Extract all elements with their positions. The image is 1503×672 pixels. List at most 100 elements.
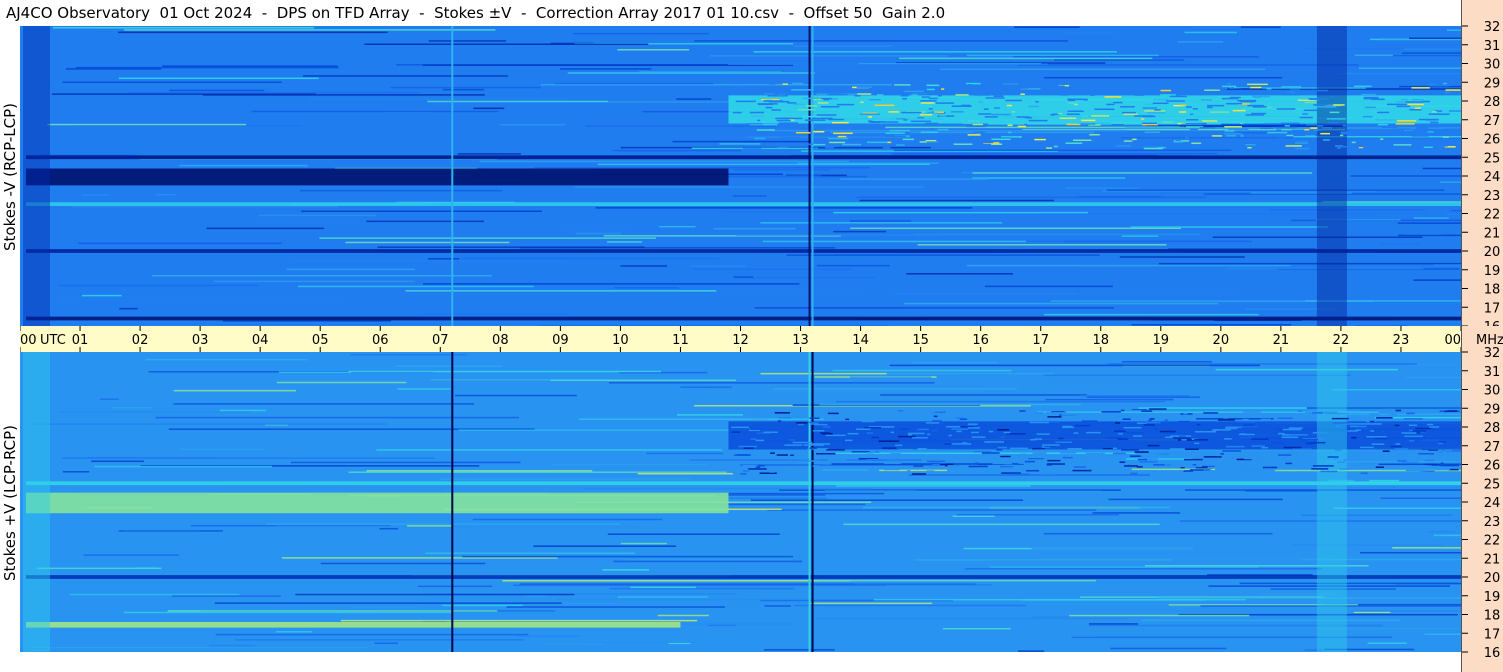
heatmap-speckle	[1354, 145, 1365, 147]
heatmap-speckle	[825, 434, 846, 437]
heatmap-speckle	[1395, 452, 1414, 454]
heatmap-speckle	[1173, 141, 1184, 143]
heatmap-speckle	[1223, 133, 1243, 135]
heatmap-speckle	[1141, 118, 1145, 120]
heatmap-speckle	[1411, 87, 1430, 89]
heatmap-speckle	[1260, 418, 1271, 421]
heatmap-speckle	[882, 447, 897, 449]
heatmap-speckle	[763, 100, 783, 102]
heatmap-speckle	[1004, 464, 1014, 466]
heatmap-speckle	[957, 451, 973, 453]
time-tick-label: 23	[1393, 333, 1410, 348]
heatmap-speckle	[1442, 136, 1450, 138]
heatmap-streak	[966, 54, 1159, 57]
heatmap-speckle	[1265, 461, 1281, 463]
heatmap-speckle	[790, 133, 795, 136]
heatmap-speckle	[926, 88, 935, 91]
heatmap-streak	[69, 593, 240, 596]
heatmap-speckle	[1230, 138, 1248, 141]
heatmap-speckle	[752, 419, 768, 422]
heatmap-speckle	[1436, 93, 1458, 95]
heatmap-speckle	[927, 433, 931, 436]
heatmap-speckle	[945, 461, 955, 463]
heatmap-speckle	[972, 410, 984, 413]
heatmap-streak	[1121, 360, 1213, 363]
heatmap-speckle	[1425, 465, 1433, 467]
heatmap-speckle	[1307, 416, 1316, 418]
heatmap-speckle	[1382, 450, 1390, 452]
heatmap-streak	[912, 361, 998, 364]
heatmap-streak	[155, 416, 519, 419]
heatmap-speckle	[1162, 121, 1174, 123]
heatmap-speckle	[750, 438, 757, 440]
heatmap-speckle	[1179, 111, 1187, 113]
heatmap-speckle	[1047, 459, 1061, 462]
heatmap-speckle	[1117, 438, 1129, 440]
heatmap-speckle	[1242, 411, 1262, 413]
frequency-axis-unit: MHz	[1476, 333, 1503, 348]
heatmap-streak	[596, 130, 669, 133]
heatmap-speckle	[1313, 104, 1334, 106]
heatmap-speckle	[1058, 437, 1064, 440]
heatmap-streak	[171, 595, 281, 597]
heatmap-streak	[379, 527, 399, 530]
heatmap-speckle	[1000, 135, 1020, 138]
heatmap-speckle	[933, 415, 938, 418]
heatmap-speckle	[1201, 120, 1218, 122]
heatmap-speckle	[1148, 408, 1167, 410]
heatmap-speckle	[1134, 115, 1154, 117]
heatmap-speckle	[1375, 119, 1397, 121]
heatmap-speckle	[1173, 437, 1191, 439]
heatmap-streak	[1331, 388, 1461, 391]
heatmap-streak	[859, 199, 1054, 202]
heatmap-speckle	[1303, 109, 1318, 112]
frequency-tick-label: 24	[1484, 496, 1501, 511]
heatmap-speckle	[1371, 98, 1385, 101]
heatmap-streak	[1063, 31, 1118, 34]
heatmap-speckle	[1226, 83, 1232, 85]
heatmap-band	[26, 155, 1461, 160]
heatmap-speckle	[1170, 146, 1179, 149]
heatmap-speckle	[819, 432, 830, 434]
heatmap-streak	[965, 568, 1322, 570]
heatmap-speckle	[798, 423, 804, 426]
heatmap-speckle	[887, 426, 895, 428]
heatmap-streak	[585, 125, 777, 127]
heatmap-speckle	[1020, 93, 1025, 95]
heatmap-streak	[940, 68, 1266, 71]
frequency-tick-label: 29	[1484, 402, 1501, 417]
heatmap-speckle	[1271, 441, 1285, 444]
heatmap-speckle	[1081, 420, 1098, 422]
heatmap-streak	[1119, 256, 1245, 258]
heatmap-speckle	[1121, 449, 1140, 451]
heatmap-speckle	[1042, 444, 1060, 446]
heatmap-streak	[760, 372, 887, 375]
heatmap-streak	[1413, 217, 1449, 219]
heatmap-speckle	[925, 409, 944, 412]
heatmap-speckle	[769, 83, 783, 85]
heatmap-speckle	[744, 412, 762, 414]
heatmap-speckle	[1100, 144, 1117, 146]
heatmap-speckle	[802, 115, 821, 118]
heatmap-speckle	[1295, 142, 1309, 144]
heatmap-speckle	[1409, 108, 1422, 111]
time-tick-label: 16	[972, 333, 989, 348]
frequency-tick-label: 18	[1484, 609, 1501, 624]
heatmap-speckle	[1423, 146, 1433, 149]
heatmap-speckle	[1102, 447, 1113, 450]
heatmap-speckle	[1340, 468, 1354, 470]
heatmap-streak	[1146, 124, 1306, 126]
heatmap-streak	[914, 233, 1201, 236]
heatmap-streak	[822, 469, 868, 471]
heatmap-streak	[1069, 614, 1250, 617]
heatmap-streak	[554, 82, 714, 85]
heatmap-speckle	[1428, 450, 1447, 453]
frequency-tick-label: 23	[1484, 515, 1501, 530]
heatmap-speckle	[809, 447, 817, 449]
heatmap-speckle	[1259, 107, 1277, 110]
heatmap-speckle	[1153, 464, 1165, 466]
heatmap-speckle	[1351, 141, 1356, 144]
heatmap-speckle	[1408, 424, 1417, 426]
heatmap-speckle	[810, 443, 831, 445]
heatmap-speckle	[758, 414, 765, 416]
